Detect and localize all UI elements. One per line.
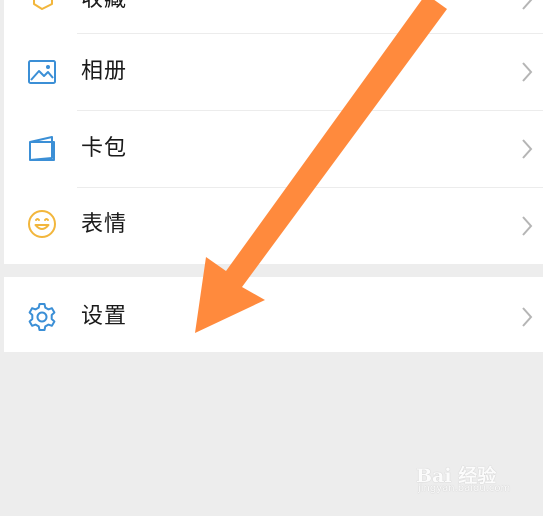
menu-item-stickers[interactable]: 表情 xyxy=(4,188,543,264)
menu-group-main: 收藏 相册 卡包 xyxy=(4,0,543,264)
album-picture-icon xyxy=(28,60,56,84)
menu-item-label: 设置 xyxy=(81,304,128,329)
menu-group-settings: 设置 xyxy=(4,277,543,352)
chevron-right-icon xyxy=(522,62,533,82)
watermark-url: jingyan.baidu.com xyxy=(418,483,511,494)
chevron-right-icon xyxy=(522,216,533,236)
menu-item-label: 卡包 xyxy=(81,136,128,161)
menu-item-album[interactable]: 相册 xyxy=(4,34,543,110)
chevron-right-icon xyxy=(522,307,533,327)
wechat-me-screen: 收藏 相册 卡包 xyxy=(0,0,543,516)
favorites-cube-icon xyxy=(33,0,53,10)
menu-item-label: 相册 xyxy=(81,59,128,84)
menu-item-cards[interactable]: 卡包 xyxy=(4,111,543,187)
menu-item-label: 收藏 xyxy=(81,0,127,14)
chevron-right-icon xyxy=(522,139,533,159)
sticker-smiley-icon xyxy=(28,210,56,238)
menu-item-settings[interactable]: 设置 xyxy=(4,277,543,352)
menu-item-label: 表情 xyxy=(81,212,128,237)
chevron-right-icon xyxy=(522,0,533,10)
gear-icon xyxy=(28,303,56,331)
watermark: Bai 经验 jingyan.baidu.com xyxy=(416,459,534,499)
card-wallet-icon xyxy=(29,136,55,161)
